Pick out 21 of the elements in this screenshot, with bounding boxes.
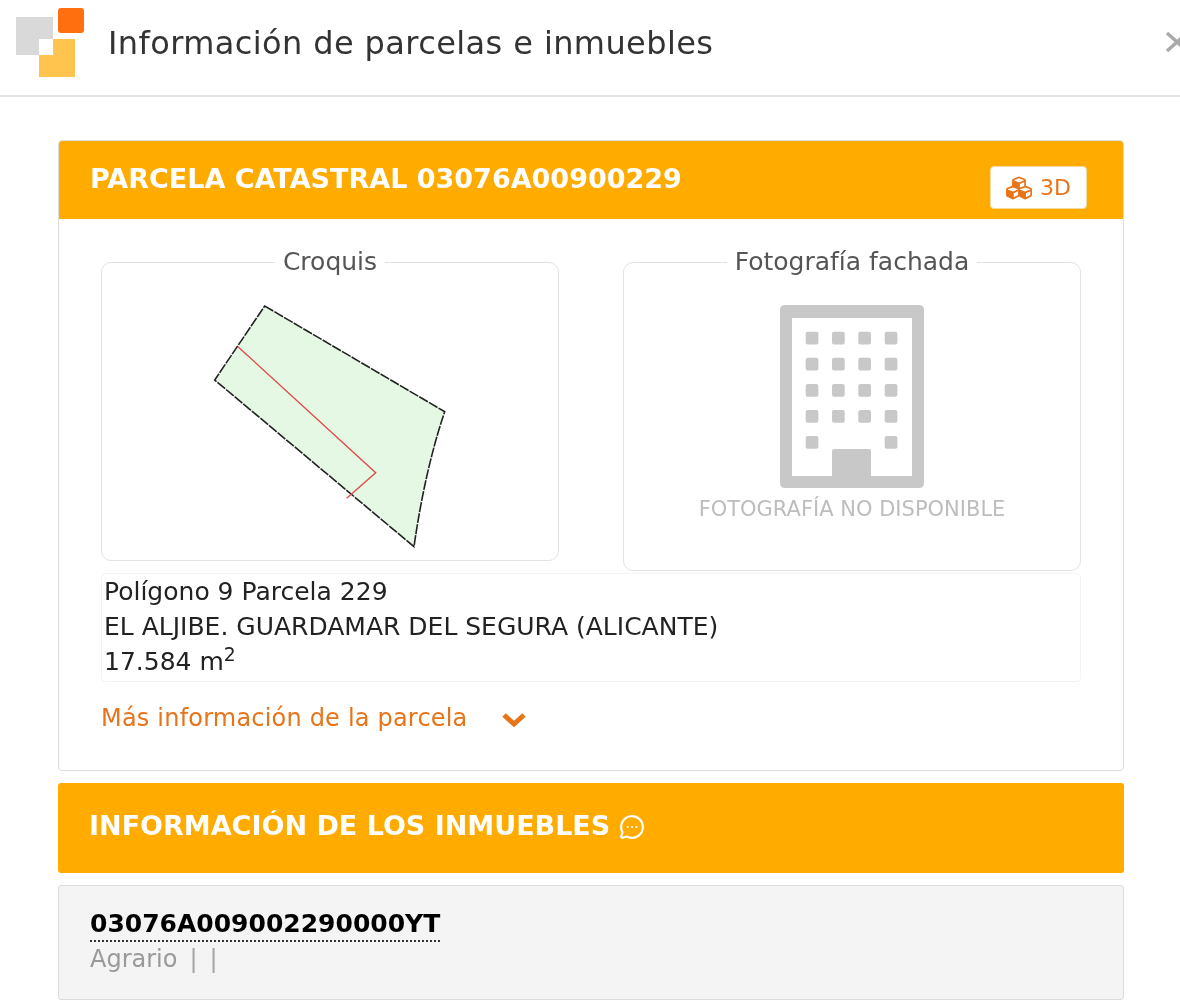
cubes-icon	[1006, 174, 1033, 201]
more-info-link[interactable]: Más información de la parcela	[101, 703, 468, 733]
parcel-title: PARCELA CATASTRAL 03076A00900229	[90, 163, 682, 195]
view-3d-button[interactable]: 3D	[990, 166, 1087, 209]
parcel-detail-text: 17.584 m$^{2}$	[104, 644, 236, 678]
close-icon[interactable]	[1164, 30, 1180, 53]
separator-text: |	[209, 944, 218, 974]
cadastral-reference-link[interactable]: 03076A009002290000YT	[90, 908, 441, 942]
separator-text: |	[189, 944, 198, 974]
panel-title: Fotografía fachada	[733, 251, 971, 273]
parcel-detail-text: Polígono 9 Parcela 229	[104, 576, 388, 608]
chevron-icon[interactable]	[500, 711, 527, 729]
building-icon	[780, 305, 924, 488]
parcel-detail-text: EL ALJIBE. GUARDAMAR DEL SEGURA (ALICANTE)	[104, 611, 719, 643]
speech-bubble-icon	[619, 814, 646, 840]
panel-title: Croquis	[281, 251, 379, 273]
no-photo-text: FOTOGRAFÍA NO DISPONIBLE	[698, 496, 1006, 522]
logo-icon	[16, 7, 84, 78]
properties-title: INFORMACIÓN DE LOS INMUEBLES	[89, 810, 611, 842]
property-use-text: Agrario	[90, 944, 178, 974]
window-title: Información de parcelas e inmuebles	[108, 22, 714, 63]
